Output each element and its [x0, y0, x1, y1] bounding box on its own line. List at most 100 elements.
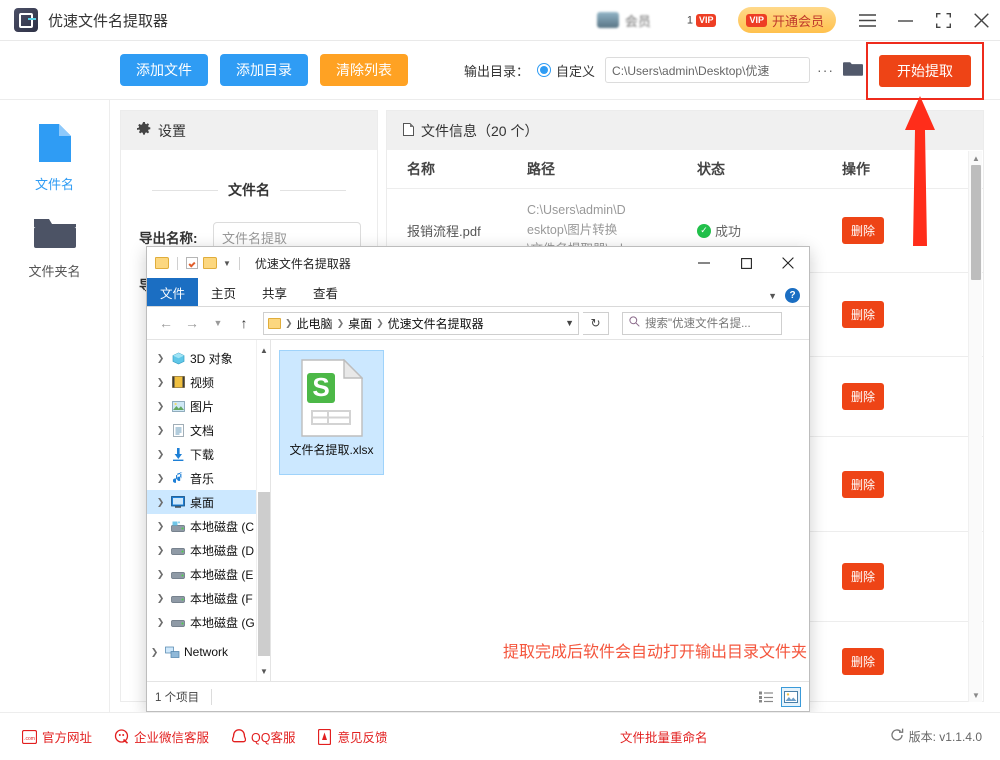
footer-link-label: 企业微信客服 — [134, 727, 209, 746]
breadcrumb-item[interactable]: 桌面 — [348, 315, 372, 332]
tree-item-network[interactable]: ❯ Network — [147, 640, 270, 664]
folder-icon[interactable] — [155, 257, 169, 269]
open-vip-button[interactable]: VIP 开通会员 — [738, 7, 836, 33]
arrow-left-icon[interactable]: ← — [155, 312, 177, 334]
details-view-icon[interactable] — [756, 687, 776, 707]
tree-scrollbar[interactable]: ▲ ▼ — [256, 340, 270, 681]
chevron-down-icon[interactable]: ▼ — [223, 259, 231, 268]
start-extract-button[interactable]: 开始提取 — [879, 55, 971, 87]
scroll-up-icon[interactable]: ▲ — [969, 151, 983, 165]
minimize-icon[interactable] — [683, 247, 725, 279]
export-name-label: 导出名称: — [139, 227, 213, 247]
refresh-icon[interactable]: ↻ — [583, 312, 609, 335]
chevron-right-icon[interactable]: ❯ — [155, 497, 166, 508]
chevron-right-icon[interactable]: ❯ — [155, 425, 166, 436]
minimize-icon[interactable] — [886, 0, 924, 41]
delete-button[interactable]: 删除 — [842, 383, 884, 410]
scrollbar-thumb[interactable] — [971, 165, 981, 280]
file-item-xlsx[interactable]: S 文件名提取.xlsx — [279, 350, 384, 475]
tree-item-downloads[interactable]: ❯ 下载 — [147, 442, 270, 466]
tab-share[interactable]: 共享 — [249, 278, 300, 306]
tree-item-pictures[interactable]: ❯ 图片 — [147, 394, 270, 418]
chevron-down-icon[interactable]: ▼ — [565, 318, 574, 328]
tree-item-3d-objects[interactable]: ❯ 3D 对象 — [147, 346, 270, 370]
tree-item-local-disk-e[interactable]: ❯ 本地磁盘 (E — [147, 562, 270, 586]
chevron-right-icon[interactable]: ❯ — [155, 473, 166, 484]
user-account[interactable]: 会员 — [597, 11, 651, 30]
tree-item-music[interactable]: ❯ 音乐 — [147, 466, 270, 490]
new-folder-icon[interactable] — [203, 257, 217, 269]
scrollbar-thumb[interactable] — [258, 492, 270, 656]
svg-text:.com: .com — [24, 736, 35, 742]
tree-item-local-disk-g[interactable]: ❯ 本地磁盘 (G — [147, 610, 270, 634]
tab-view[interactable]: 查看 — [300, 278, 351, 306]
close-icon[interactable] — [767, 247, 809, 279]
delete-button[interactable]: 删除 — [842, 217, 884, 244]
footer-link-qq[interactable]: QQ客服 — [231, 727, 295, 746]
output-path-input[interactable] — [605, 57, 810, 83]
refresh-icon[interactable] — [890, 728, 904, 745]
3d-objects-icon — [170, 351, 186, 365]
footer-link-website[interactable]: .com 官方网址 — [22, 727, 92, 746]
maximize-icon[interactable] — [924, 0, 962, 41]
chevron-right-icon[interactable]: ❯ — [155, 401, 166, 412]
properties-icon[interactable] — [186, 257, 198, 269]
ellipsis-icon[interactable]: ··· — [817, 62, 834, 78]
version-info: 版本: v1.1.4.0 — [890, 728, 982, 745]
add-file-button[interactable]: 添加文件 — [120, 54, 208, 86]
tree-item-videos[interactable]: ❯ 视频 — [147, 370, 270, 394]
tab-home[interactable]: 主页 — [198, 278, 249, 306]
chevron-down-icon[interactable]: ▼ — [207, 312, 229, 334]
footer-link-wechat[interactable]: 企业微信客服 — [114, 727, 209, 746]
sidebar-item-foldername[interactable]: 文件夹名 — [0, 215, 109, 280]
tree-item-local-disk-d[interactable]: ❯ 本地磁盘 (D — [147, 538, 270, 562]
delete-button[interactable]: 删除 — [842, 471, 884, 498]
footer-center-link[interactable]: 文件批量重命名 — [620, 727, 708, 746]
chevron-down-icon[interactable]: ▼ — [768, 291, 777, 301]
output-dir-custom-radio[interactable]: 自定义 — [537, 61, 595, 80]
chevron-right-icon[interactable]: ❯ — [155, 377, 166, 388]
hamburger-icon[interactable] — [848, 0, 886, 41]
folder-icon[interactable] — [843, 61, 863, 80]
help-icon[interactable]: ? — [785, 288, 800, 303]
close-icon[interactable] — [962, 0, 1000, 41]
arrow-right-icon[interactable]: → — [181, 312, 203, 334]
table-header: 名称 路径 状态 操作 — [387, 150, 983, 189]
sidebar-item-label: 文件名 — [0, 174, 109, 193]
search-input[interactable]: 搜索"优速文件名提... — [622, 312, 782, 335]
chevron-right-icon[interactable]: ❯ — [155, 617, 166, 628]
chevron-right-icon[interactable]: ❯ — [149, 647, 160, 658]
file-list-scrollbar[interactable]: ▲ ▼ — [968, 151, 982, 702]
delete-button[interactable]: 删除 — [842, 563, 884, 590]
explorer-navigation-tree[interactable]: ❯ 3D 对象 ❯ 视频 ❯ 图片 ❯ 文档 ❯ 下载 — [147, 340, 270, 681]
breadcrumb-item[interactable]: 此电脑 — [297, 315, 333, 332]
chevron-right-icon[interactable]: ❯ — [155, 569, 166, 580]
arrow-up-icon[interactable]: ↑ — [233, 312, 255, 334]
tab-file[interactable]: 文件 — [147, 278, 198, 306]
maximize-icon[interactable] — [725, 247, 767, 279]
add-directory-button[interactable]: 添加目录 — [220, 54, 308, 86]
delete-button[interactable]: 删除 — [842, 301, 884, 328]
tree-item-documents[interactable]: ❯ 文档 — [147, 418, 270, 442]
file-explorer-window[interactable]: ▼ 优速文件名提取器 文件 主页 共享 查看 ▼ ? ← → ▼ ↑ — [146, 246, 810, 712]
sidebar-item-filename[interactable]: 文件名 — [0, 122, 109, 193]
delete-button[interactable]: 删除 — [842, 648, 884, 675]
scroll-up-icon[interactable]: ▲ — [257, 342, 271, 358]
tree-item-desktop[interactable]: ❯ 桌面 — [147, 490, 270, 514]
explorer-file-area[interactable]: S 文件名提取.xlsx 提取完成后软件会自动打开输出目录文件夹 — [270, 340, 809, 681]
chevron-right-icon[interactable]: ❯ — [155, 521, 166, 532]
large-icons-view-icon[interactable] — [781, 687, 801, 707]
breadcrumb[interactable]: ❯ 此电脑 ❯ 桌面 ❯ 优速文件名提取器 ▼ — [263, 312, 579, 335]
chevron-right-icon[interactable]: ❯ — [155, 353, 166, 364]
tree-item-local-disk-f[interactable]: ❯ 本地磁盘 (F — [147, 586, 270, 610]
breadcrumb-item[interactable]: 优速文件名提取器 — [388, 315, 484, 332]
chevron-right-icon[interactable]: ❯ — [155, 593, 166, 604]
divider — [239, 257, 240, 270]
chevron-right-icon[interactable]: ❯ — [155, 545, 166, 556]
tree-item-local-disk-c[interactable]: ❯ 本地磁盘 (C — [147, 514, 270, 538]
chevron-right-icon[interactable]: ❯ — [155, 449, 166, 460]
footer-link-feedback[interactable]: 意见反馈 — [317, 727, 387, 746]
scroll-down-icon[interactable]: ▼ — [257, 663, 271, 679]
clear-list-button[interactable]: 清除列表 — [320, 54, 408, 86]
scroll-down-icon[interactable]: ▼ — [969, 688, 983, 702]
